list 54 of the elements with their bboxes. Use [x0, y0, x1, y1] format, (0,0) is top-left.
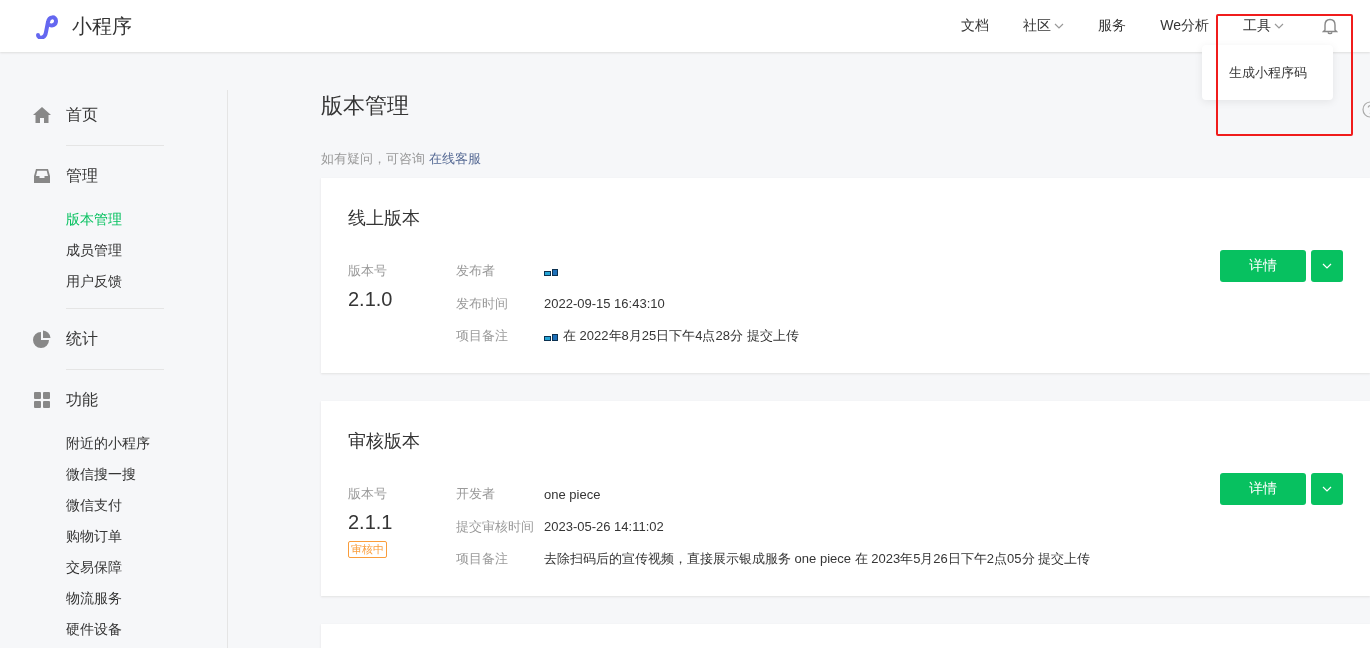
- caret-icon: [1054, 23, 1065, 29]
- sidebar-item[interactable]: 附近的小程序: [0, 428, 227, 459]
- field-label: 项目备注: [456, 550, 509, 569]
- field-label: 发布者: [456, 262, 496, 281]
- field-value: one piece: [544, 486, 601, 502]
- sidebar-section[interactable]: 统计: [0, 320, 227, 358]
- sidebar-item[interactable]: 成员管理: [0, 235, 227, 266]
- sidebar-item[interactable]: 用户反馈: [0, 266, 227, 297]
- caret-icon: [1322, 486, 1332, 492]
- field-label: 提交审核时间: [456, 517, 535, 536]
- card-title: 线上版本: [348, 207, 421, 230]
- nav-link[interactable]: We分析: [1160, 17, 1209, 35]
- version-number: 2.1.1: [348, 510, 393, 534]
- sidebar-section[interactable]: 功能: [0, 381, 227, 419]
- pie-chart-icon: [33, 330, 51, 348]
- sidebar-item[interactable]: 交易保障: [0, 552, 227, 583]
- field-value: 在 2022年8月25日下午4点28分 提交上传: [563, 327, 799, 346]
- help-text: 如有疑问，可咨询: [321, 151, 425, 166]
- sidebar-item[interactable]: 微信支付: [0, 490, 227, 521]
- sidebar-item[interactable]: 物流服务: [0, 583, 227, 614]
- nav-link[interactable]: 社区: [1023, 17, 1065, 35]
- caret-icon: [1274, 23, 1284, 29]
- caret-icon: [1322, 263, 1332, 269]
- inbox-icon: [33, 167, 51, 185]
- more-button[interactable]: [1311, 473, 1343, 505]
- sidebar-section[interactable]: 管理: [0, 157, 227, 195]
- nav-link[interactable]: 文档: [961, 17, 990, 35]
- field-label: 版本号: [348, 485, 387, 503]
- nav-link[interactable]: 工具: [1243, 17, 1284, 35]
- grid-icon: [33, 391, 51, 409]
- field-value: 2023-05-26 14:11:02: [544, 519, 664, 535]
- more-button[interactable]: [1311, 250, 1343, 282]
- field-label: 发布时间: [456, 294, 509, 313]
- app-title: 小程序: [72, 13, 132, 39]
- avatar-icon: [544, 266, 558, 276]
- avatar-icon: [544, 331, 558, 341]
- sidebar-section[interactable]: 首页: [0, 96, 227, 134]
- page-title: 版本管理: [321, 92, 409, 120]
- home-icon: [33, 106, 51, 124]
- card-title: 审核版本: [348, 430, 421, 453]
- field-value: 2022-09-15 16:43:10: [544, 296, 665, 312]
- sidebar-item[interactable]: 硬件设备: [0, 614, 227, 645]
- field-label: 开发者: [456, 485, 496, 504]
- sidebar-item[interactable]: 购物订单: [0, 521, 227, 552]
- menu-item[interactable]: 生成小程序码: [1228, 63, 1307, 82]
- support-link[interactable]: 在线客服: [429, 151, 481, 166]
- sidebar-item[interactable]: 微信搜一搜: [0, 459, 227, 490]
- status-badge: 审核中: [348, 541, 387, 558]
- field-value: 去除扫码后的宣传视频，直接展示银成服务 one piece 在 2023年5月26日下午2点05分 提交上传: [544, 550, 1091, 569]
- bell-icon[interactable]: [1322, 17, 1338, 35]
- field-label: 项目备注: [456, 327, 509, 346]
- field-label: 版本号: [348, 262, 387, 280]
- version-number: 2.1.0: [348, 287, 393, 311]
- nav-link[interactable]: 服务: [1098, 17, 1127, 35]
